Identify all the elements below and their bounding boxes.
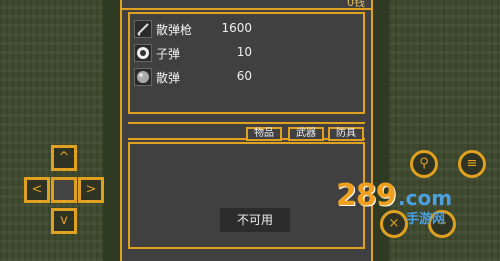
item-count: 60 bbox=[236, 69, 252, 83]
tab-armor[interactable]: 防具 bbox=[328, 127, 364, 141]
up-arrow-icon[interactable]: ^ bbox=[51, 145, 77, 171]
item-list: 散弹枪 1600 子弹 10 散弹 60 bbox=[128, 12, 365, 114]
shotgun-icon bbox=[134, 20, 152, 38]
tab-items[interactable]: 物品 bbox=[246, 127, 282, 141]
list-item[interactable]: 散弹 60 bbox=[134, 68, 362, 88]
top-bar: 0钱 bbox=[122, 0, 371, 10]
menu-icon[interactable]: ≡ bbox=[458, 150, 486, 178]
category-tabs: 物品 武器 防具 bbox=[128, 122, 365, 141]
list-item[interactable]: 子弹 10 bbox=[134, 44, 362, 64]
tab-weapons[interactable]: 武器 bbox=[288, 127, 324, 141]
dpad: ^ < > v bbox=[14, 140, 110, 236]
cancel-icon[interactable]: × bbox=[380, 210, 408, 238]
item-count: 1600 bbox=[221, 21, 252, 35]
money-label: 0钱 bbox=[347, 0, 365, 9]
unavailable-button[interactable]: 不可用 bbox=[220, 208, 290, 232]
inventory-panel: 0钱 散弹枪 1600 子弹 10 散弹 60 物品 武器 防具 不可用 bbox=[120, 0, 373, 261]
detail-area: 不可用 bbox=[128, 142, 365, 249]
down-arrow-icon[interactable]: v bbox=[51, 208, 77, 234]
list-item[interactable]: 散弹枪 1600 bbox=[134, 20, 362, 40]
item-name: 散弹 bbox=[156, 71, 181, 85]
magnifier-icon[interactable]: ⚲ bbox=[410, 150, 438, 178]
shell-icon bbox=[134, 68, 152, 86]
watermark-domain: .com bbox=[398, 186, 453, 210]
dpad-center bbox=[51, 177, 77, 203]
bullet-icon bbox=[134, 44, 152, 62]
item-name: 子弹 bbox=[156, 47, 181, 61]
watermark-sub: 手游网 bbox=[406, 212, 446, 227]
right-arrow-icon[interactable]: > bbox=[78, 177, 104, 203]
item-name: 散弹枪 bbox=[156, 23, 193, 37]
left-arrow-icon[interactable]: < bbox=[24, 177, 50, 203]
watermark-logo: 289 bbox=[336, 178, 397, 213]
item-count: 10 bbox=[236, 45, 252, 59]
